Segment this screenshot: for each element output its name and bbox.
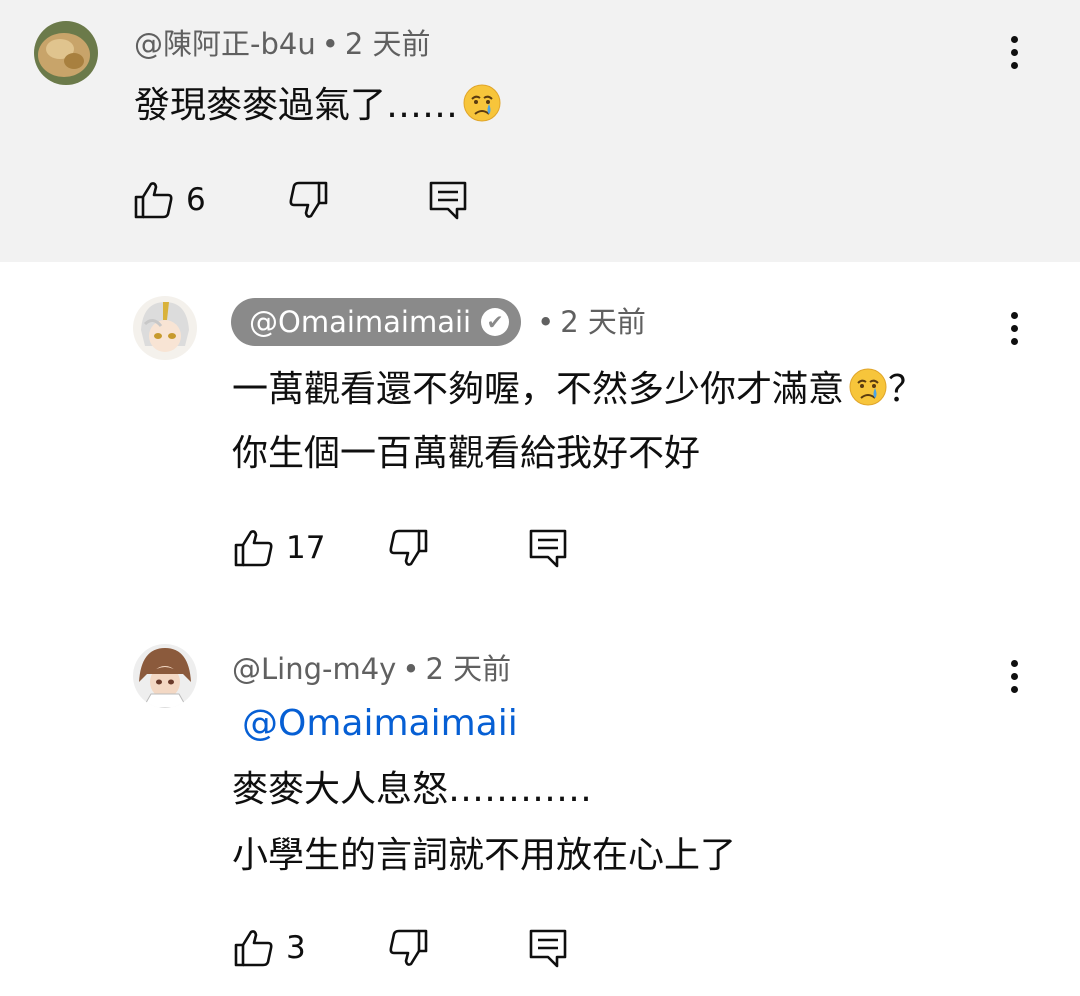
- comment-1: @陳阿正-b4u • 2 天前 發現麥麥過氣了…… 6: [0, 0, 1080, 262]
- like-button[interactable]: 3: [232, 924, 306, 972]
- comment-text: 發現麥麥過氣了……: [134, 82, 502, 130]
- meta-separator: •: [537, 305, 555, 339]
- reply-icon: [429, 181, 467, 220]
- creator-badge[interactable]: @Omaimaimaii ✔: [231, 298, 522, 346]
- avatar-image: [133, 644, 197, 708]
- like-button[interactable]: 6: [132, 176, 206, 224]
- like-count: 3: [286, 930, 306, 966]
- mention-link[interactable]: @Omaimaimaii: [242, 700, 518, 748]
- thumbs-down-icon: [389, 929, 428, 966]
- author-name[interactable]: @Ling-m4y: [232, 652, 396, 686]
- avatar[interactable]: [133, 644, 197, 708]
- avatar-image: [34, 21, 98, 85]
- reply-button[interactable]: [526, 924, 570, 972]
- meta-separator: •: [402, 652, 420, 686]
- dislike-button[interactable]: [386, 924, 430, 972]
- verified-check-icon: ✔: [481, 308, 510, 336]
- comment-time: 2 天前: [425, 652, 512, 686]
- comment-text-line: 發現麥麥過氣了……: [134, 85, 459, 126]
- comment-time: 2 天前: [344, 27, 431, 61]
- author-name: @Omaimaimaii: [249, 305, 472, 339]
- comment-text-line: 麥麥大人息怒…………: [232, 769, 593, 810]
- comment-text-line: ？: [888, 369, 925, 410]
- reply-button[interactable]: [526, 524, 570, 572]
- more-vert-icon[interactable]: [1008, 36, 1020, 76]
- reply-icon: [529, 929, 567, 968]
- comment-3: @Ling-m4y • 2 天前 @Omaimaimaii 麥麥大人息怒………… 小…: [0, 612, 1080, 996]
- thumbs-down-icon: [389, 529, 428, 566]
- comment-text: 一萬觀看還不夠喔，不然多少你才滿意 ？: [232, 366, 924, 414]
- comment-time: 2 天前: [560, 305, 646, 339]
- dislike-button[interactable]: [386, 524, 430, 572]
- author-name[interactable]: @陳阿正-b4u: [134, 27, 316, 61]
- comment-meta: @Omaimaimaii ✔ • 2 天前: [231, 296, 646, 346]
- thumbs-up-icon: [234, 530, 273, 567]
- more-vert-icon[interactable]: [1008, 312, 1020, 352]
- more-vert-icon[interactable]: [1008, 660, 1020, 700]
- meta-separator: •: [321, 27, 339, 61]
- reply-button[interactable]: [426, 176, 470, 224]
- comment-text-line: 一萬觀看還不夠喔，不然多少你才滿意: [232, 369, 845, 410]
- comment-actions: 17: [232, 524, 572, 572]
- comment-actions: 6: [132, 176, 532, 224]
- avatar[interactable]: [133, 296, 197, 360]
- comment-text-line-2: 小學生的言詞就不用放在心上了: [232, 835, 737, 876]
- reply-icon: [529, 529, 567, 568]
- thumbs-up-icon: [234, 930, 273, 967]
- dislike-button[interactable]: [286, 176, 330, 224]
- mention-text[interactable]: @Omaimaimaii: [242, 703, 518, 744]
- comment-meta: @陳阿正-b4u • 2 天前: [134, 26, 431, 62]
- comment-text-line-2: 你生個一百萬觀看給我好不好: [232, 433, 701, 474]
- crying-face-icon: [849, 368, 887, 406]
- comment-actions: 3: [232, 924, 572, 972]
- avatar-image: [133, 296, 197, 360]
- like-button[interactable]: 17: [232, 524, 325, 572]
- thumbs-down-icon: [289, 181, 328, 218]
- crying-face-icon: [463, 84, 501, 122]
- avatar[interactable]: [34, 21, 98, 85]
- thumbs-up-icon: [134, 182, 173, 219]
- comment-2: @Omaimaimaii ✔ • 2 天前 一萬觀看還不夠喔，不然多少你才滿意 ？ 你…: [0, 262, 1080, 612]
- like-count: 6: [186, 182, 206, 218]
- like-count: 17: [286, 530, 326, 566]
- comment-meta: @Ling-m4y • 2 天前: [232, 651, 511, 687]
